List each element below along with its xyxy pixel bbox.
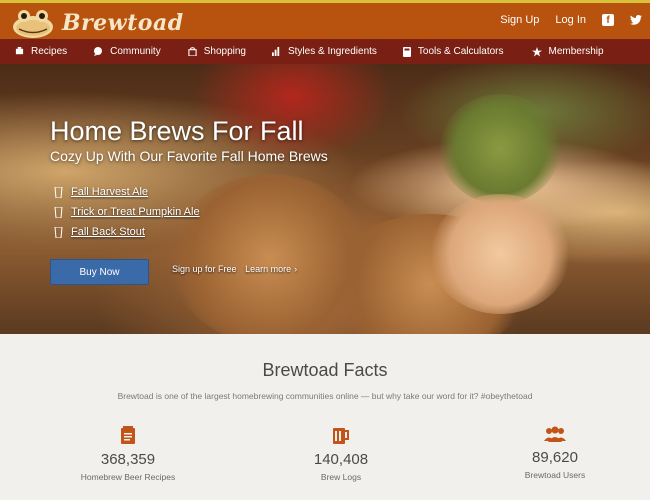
stat-label: Brew Logs [320, 472, 362, 482]
main-nav: Recipes Community Shopping Styles & Ingr… [0, 39, 650, 64]
nav-label: Tools & Calculators [417, 46, 504, 57]
brew-link[interactable]: Fall Back Stout [54, 222, 200, 242]
stat-label: Brewtoad Users [524, 470, 586, 480]
nav-styles-ingredients[interactable]: Styles & Ingredients [271, 46, 377, 57]
bar-chart-icon [271, 47, 280, 56]
hero-banner: Home Brews For Fall Cozy Up With Our Fav… [0, 64, 650, 334]
recipe-notepad-icon [121, 426, 135, 444]
shopping-bag-icon [188, 47, 197, 56]
stat-value: 89,620 [532, 449, 578, 466]
top-bar: Brewtoad Sign Up Log In f [0, 0, 650, 39]
nav-recipes[interactable]: Recipes [15, 46, 67, 57]
sign-up-free-link[interactable]: Sign up for Free [172, 264, 237, 274]
nav-label: Community [110, 46, 161, 57]
brew-link-label: Fall Back Stout [71, 226, 145, 238]
calculator-icon [402, 46, 411, 57]
hand-image [430, 194, 570, 314]
chevron-right-icon: › [294, 264, 298, 274]
learn-more-label: Learn more [245, 264, 292, 274]
facts-section: Brewtoad Facts Brewtoad is one of the la… [0, 334, 650, 500]
nav-membership[interactable]: Membership [531, 46, 604, 57]
nav-label: Shopping [203, 46, 246, 57]
facebook-icon[interactable]: f [602, 14, 614, 26]
nav-label: Recipes [31, 46, 68, 57]
top-links: Sign Up Log In f [500, 14, 642, 26]
users-icon [544, 426, 566, 442]
twitter-icon[interactable] [630, 14, 642, 26]
hops-bowl-image [440, 94, 560, 204]
beer-glass-icon [54, 186, 63, 198]
brew-link-label: Trick or Treat Pumpkin Ale [71, 206, 200, 218]
stat-users: 89,620 Brewtoad Users [475, 426, 635, 480]
nav-label: Styles & Ingredients [287, 46, 377, 57]
learn-more-link[interactable]: Learn more › [245, 264, 303, 274]
buy-now-button[interactable]: Buy Now [50, 259, 149, 285]
signup-links: Sign up for Free Learn more › [172, 264, 309, 274]
stat-recipes: 368,359 Homebrew Beer Recipes [48, 426, 208, 482]
recipes-icon [15, 47, 24, 55]
brew-link-label: Fall Harvest Ale [71, 186, 149, 198]
sign-up-link[interactable]: Sign Up [500, 14, 539, 26]
facts-intro: Brewtoad is one of the largest homebrewi… [117, 391, 533, 401]
community-icon [94, 47, 103, 56]
nav-label: Membership [548, 46, 604, 57]
grain-sack-image [170, 174, 370, 334]
facts-title: Brewtoad Facts [262, 360, 388, 380]
brew-list: Fall Harvest Ale Trick or Treat Pumpkin … [54, 182, 200, 242]
star-icon [531, 46, 542, 56]
nav-community[interactable]: Community [93, 46, 161, 57]
beer-glass-icon [54, 206, 63, 218]
stat-label: Homebrew Beer Recipes [80, 472, 176, 482]
brew-link[interactable]: Fall Harvest Ale [54, 182, 200, 202]
nav-shopping[interactable]: Shopping [188, 46, 246, 57]
brand-name[interactable]: Brewtoad [62, 10, 184, 36]
nav-tools-calculators[interactable]: Tools & Calculators [402, 46, 504, 57]
beer-glass-icon [54, 226, 63, 238]
hero-title: Home Brews For Fall [50, 116, 304, 146]
hero-subtitle: Cozy Up With Our Favorite Fall Home Brew… [50, 148, 328, 164]
beer-mug-icon [333, 428, 349, 444]
toad-logo-icon[interactable] [10, 5, 56, 39]
log-in-link[interactable]: Log In [555, 14, 586, 26]
stat-value: 140,408 [313, 451, 369, 468]
stat-value: 368,359 [100, 451, 156, 468]
brew-link[interactable]: Trick or Treat Pumpkin Ale [54, 202, 200, 222]
stat-brew-logs: 140,408 Brew Logs [261, 426, 421, 482]
